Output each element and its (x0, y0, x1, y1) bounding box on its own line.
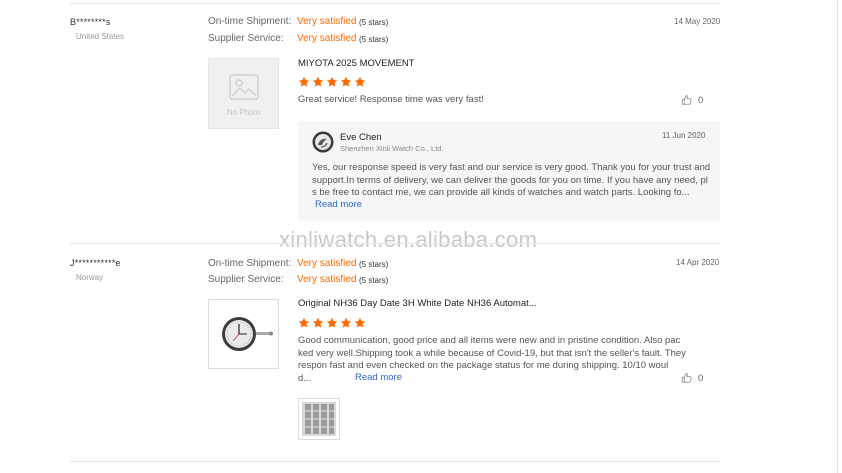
reply-read-more-link[interactable]: Read more (315, 199, 362, 210)
review-date: 14 Apr 2020 (676, 258, 720, 267)
star-icon (340, 76, 352, 88)
review-photo-thumbnail[interactable] (298, 398, 340, 440)
supplier-service-stars: (5 stars) (359, 276, 389, 285)
star-icon (298, 317, 310, 329)
ontime-shipment-label: On-time Shipment: (208, 258, 292, 269)
reply-text-line: Yes, our response speed is very fast and… (312, 162, 711, 173)
like-count: 0 (698, 94, 704, 106)
no-photo-label: No Photo (226, 108, 261, 117)
seller-avatar (312, 131, 334, 153)
buyer-name: B********s (70, 17, 111, 27)
reply-text: Yes, our response speed is very fast and… (312, 162, 716, 200)
ontime-shipment-label: On-time Shipment: (208, 16, 292, 27)
supplier-service-value: Very satisfied (297, 274, 357, 285)
reply-text-line: support.In terms of delivery, we can del… (312, 174, 708, 186)
watermark: xinliwatch.en.alibaba.com (279, 227, 538, 252)
like-button[interactable]: 0 (681, 94, 703, 106)
reply-text-line: s be free to contact me, we can provide … (312, 187, 690, 198)
reply-date: 11 Jun 2020 (662, 131, 706, 140)
buyer-country: Norway (76, 273, 104, 282)
product-title-link[interactable]: Original NH36 Day Date 3H White Date NH3… (298, 298, 537, 309)
star-icon (312, 317, 324, 329)
ontime-shipment-value: Very satisfied (297, 258, 357, 269)
review-text-line: ked very well.Shipping took a while beca… (298, 347, 686, 359)
supplier-service-value: Very satisfied (297, 33, 357, 44)
thumbs-up-icon (681, 94, 693, 106)
review-divider (70, 461, 720, 462)
watch-movement-icon (222, 317, 273, 351)
star-icon (326, 76, 338, 88)
thumbs-up-icon (681, 372, 693, 384)
star-icon (340, 317, 352, 329)
rating-stars (298, 317, 366, 329)
page-scrollbar[interactable] (837, 0, 838, 473)
star-icon (298, 76, 310, 88)
supplier-service-stars: (5 stars) (359, 35, 389, 44)
seller-company: Shenzhen Xinli Watch Co., Ltd. (340, 144, 444, 153)
review-read-more-link[interactable]: Read more (355, 372, 402, 383)
buyer-country: United States (76, 32, 125, 41)
watch-bracelet-icon (302, 402, 336, 436)
star-icon (326, 317, 338, 329)
like-count: 0 (698, 372, 704, 384)
review-text-line: respon fast and even checked on the pack… (298, 360, 669, 371)
star-icon (312, 76, 324, 88)
seller-name: Eve Chen (340, 132, 382, 143)
product-image[interactable] (208, 299, 279, 369)
like-button[interactable]: 0 (681, 372, 703, 384)
seller-reply: Eve Chen Shenzhen Xinli Watch Co., Ltd. … (298, 121, 720, 221)
review-date: 14 May 2020 (674, 17, 721, 26)
review-text-line: Good communication, good price and all i… (298, 335, 681, 346)
product-image-placeholder[interactable]: No Photo (208, 58, 279, 129)
supplier-service-label: Supplier Service: (208, 33, 284, 44)
ontime-shipment-stars: (5 stars) (359, 260, 389, 269)
ontime-shipment-stars: (5 stars) (359, 18, 389, 27)
buyer-name: J***********e (70, 258, 121, 268)
star-icon (354, 76, 366, 88)
star-icon (354, 317, 366, 329)
supplier-service-label: Supplier Service: (208, 274, 284, 285)
top-divider (70, 3, 720, 4)
review-text: Great service! Response time was very fa… (298, 94, 484, 105)
ontime-shipment-value: Very satisfied (297, 16, 357, 27)
rating-stars (298, 76, 366, 88)
image-placeholder-icon (229, 74, 259, 100)
review-divider (70, 243, 720, 244)
product-title-link[interactable]: MIYOTA 2025 MOVEMENT (298, 58, 415, 69)
